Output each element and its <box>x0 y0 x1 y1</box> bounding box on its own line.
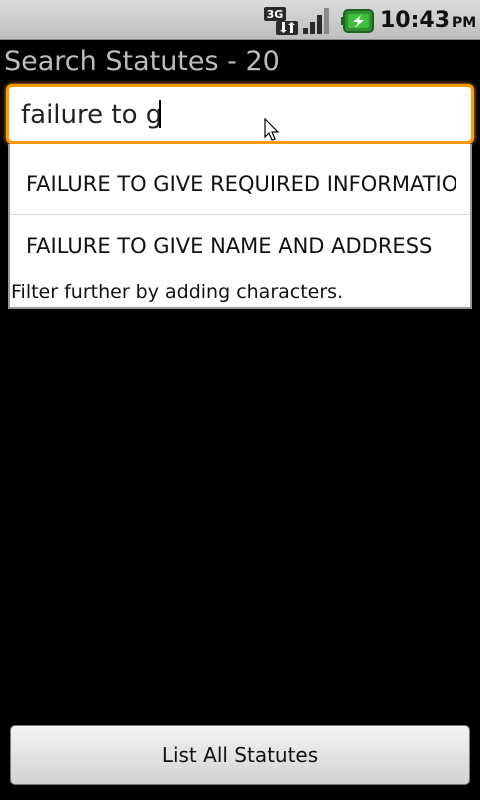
app-screen: 3G 10:43 PM Search Statutes - 20 failure … <box>0 0 480 800</box>
suggestion-label: FAILURE TO GIVE NAME AND ADDRESS <box>26 234 433 258</box>
search-input-value: failure to g <box>21 97 163 133</box>
list-all-statutes-button[interactable]: List All Statutes <box>10 725 470 785</box>
suggestion-label: FAILURE TO GIVE REQUIRED INFORMATION <box>26 172 456 196</box>
autocomplete-dropdown: FAILURE TO GIVE REQUIRED INFORMATION FAI… <box>8 144 472 309</box>
mouse-pointer-icon <box>264 118 280 141</box>
clock: 10:43 PM <box>380 5 476 37</box>
page-title: Search Statutes - 20 <box>4 46 280 77</box>
3g-data-icon: 3G <box>264 7 298 35</box>
text-caret <box>159 100 162 128</box>
search-input[interactable]: failure to g <box>6 84 474 144</box>
signal-strength-icon <box>303 8 329 34</box>
clock-time: 10:43 <box>380 8 451 33</box>
svg-text:3G: 3G <box>267 8 284 21</box>
filter-hint: Filter further by adding characters. <box>11 281 344 303</box>
battery-charging-icon <box>341 9 374 33</box>
status-bar: 3G 10:43 PM <box>0 0 480 40</box>
suggestion-item[interactable]: FAILURE TO GIVE REQUIRED INFORMATION <box>10 153 470 215</box>
clock-ampm: PM <box>452 15 477 31</box>
search-input-text: failure to g <box>21 100 163 130</box>
suggestion-item[interactable]: FAILURE TO GIVE NAME AND ADDRESS <box>10 215 470 277</box>
